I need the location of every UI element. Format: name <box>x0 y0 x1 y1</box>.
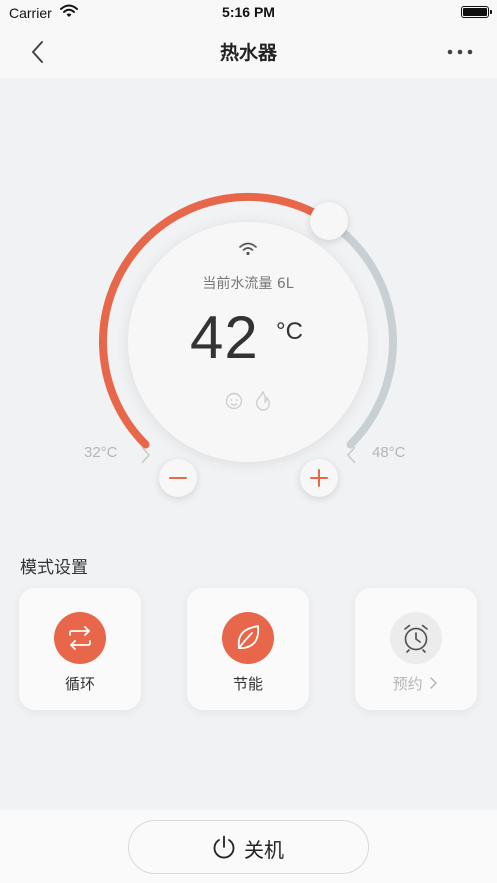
mode-card-schedule[interactable]: 预约 <box>355 588 477 710</box>
water-flow-label: 当前水流量 6L <box>202 276 294 292</box>
max-temperature-label: 48°C <box>372 444 406 461</box>
mode-label-schedule-text: 预约 <box>392 675 423 693</box>
wifi-connection-icon <box>238 241 258 260</box>
cycle-icon <box>54 612 106 664</box>
mode-label-eco: 节能 <box>232 675 263 693</box>
mode-settings-title: 模式设置 <box>20 558 88 578</box>
max-tick-icon <box>347 446 356 464</box>
chevron-right-icon <box>430 677 438 689</box>
page-title: 热水器 <box>219 42 277 64</box>
navigation-bar: 热水器 <box>0 26 497 78</box>
mode-label-cycle: 循环 <box>64 675 95 693</box>
dial-knob[interactable] <box>309 202 348 241</box>
temperature-value: 42 <box>190 304 259 371</box>
minus-icon <box>169 477 187 479</box>
power-icon <box>213 835 235 859</box>
flame-icon <box>255 390 270 411</box>
min-temperature-label: 32°C <box>84 444 118 461</box>
more-dots-icon <box>447 49 473 55</box>
power-button-label: 关机 <box>244 838 284 862</box>
mode-label-schedule: 预约 <box>355 673 477 694</box>
status-icons <box>224 390 274 416</box>
plus-icon <box>310 469 328 487</box>
battery-icon <box>461 6 492 18</box>
leaf-icon <box>222 612 274 664</box>
temperature-unit: °C <box>276 318 303 345</box>
mode-card-cycle[interactable]: 循环 <box>19 588 141 710</box>
decrease-temperature-button[interactable] <box>159 459 197 497</box>
alarm-clock-icon <box>390 612 442 664</box>
bottom-bar: 关机 <box>0 810 497 883</box>
child-lock-icon <box>225 392 243 410</box>
more-button[interactable] <box>445 40 475 64</box>
power-off-button[interactable]: 关机 <box>128 820 369 874</box>
min-tick-icon <box>141 446 150 464</box>
status-bar: Carrier 5:16 PM <box>0 0 497 26</box>
temperature-dial: 当前水流量 6L 42 °C 32°C 48°C <box>0 78 497 518</box>
mode-card-eco[interactable]: 节能 <box>187 588 309 710</box>
clock-time: 5:16 PM <box>222 4 275 20</box>
increase-temperature-button[interactable] <box>300 459 338 497</box>
